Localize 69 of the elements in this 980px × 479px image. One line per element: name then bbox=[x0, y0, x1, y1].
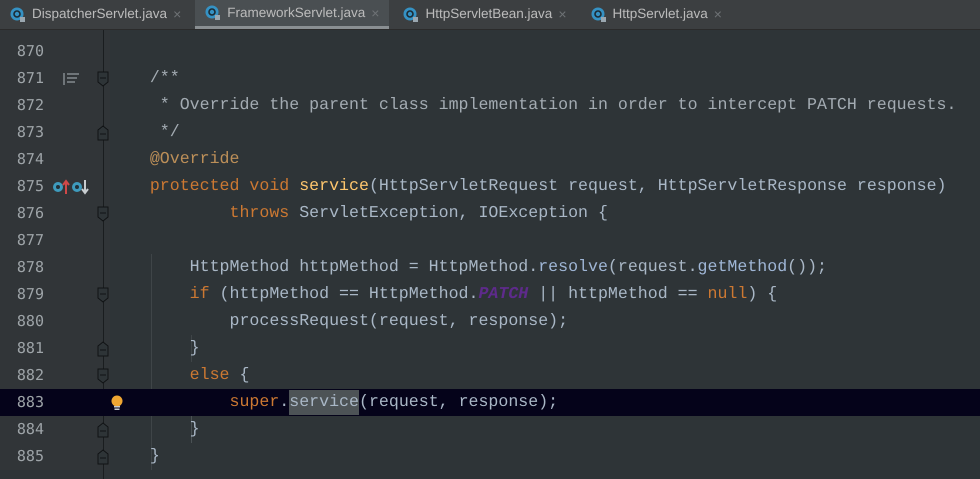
editor-tab[interactable]: HttpServlet.java × bbox=[580, 0, 732, 29]
code-token: */ bbox=[160, 121, 180, 144]
code-token: . bbox=[279, 391, 290, 414]
fold-marker-icon[interactable] bbox=[97, 70, 109, 86]
java-class-icon bbox=[590, 6, 606, 22]
code-token: { bbox=[239, 364, 250, 386]
line-number: 884 bbox=[16, 419, 44, 440]
code-token: getMethod bbox=[698, 256, 788, 278]
tab-label: HttpServletBean.java bbox=[425, 5, 552, 24]
line-number: 871 bbox=[16, 68, 44, 90]
code-token: } bbox=[190, 337, 200, 360]
tab-label: DispatcherServlet.java bbox=[32, 5, 168, 24]
line-number: 877 bbox=[16, 230, 44, 252]
line-number: 870 bbox=[16, 41, 44, 62]
line-number: 872 bbox=[16, 95, 44, 116]
lightbulb-icon[interactable] bbox=[111, 394, 123, 410]
fold-marker-icon[interactable] bbox=[97, 368, 109, 384]
editor-tab[interactable]: DispatcherServlet.java × bbox=[0, 0, 192, 29]
code-token: HttpMethod httpMethod = HttpMethod. bbox=[190, 256, 538, 278]
close-icon[interactable]: × bbox=[714, 4, 722, 25]
line-number: 879 bbox=[16, 284, 44, 306]
code-token: resolve bbox=[538, 256, 608, 278]
override-down-icon[interactable] bbox=[70, 178, 90, 196]
code-token: (request. bbox=[608, 256, 698, 278]
line-number: 881 bbox=[16, 338, 44, 360]
line-number: 875 bbox=[16, 176, 44, 198]
java-class-icon bbox=[403, 6, 420, 22]
fold-marker-icon[interactable] bbox=[97, 286, 109, 302]
code-token: throws bbox=[230, 202, 290, 224]
line-number: 873 bbox=[16, 122, 44, 144]
code-token: processRequest(request, response); bbox=[230, 310, 568, 332]
code-token: @Override bbox=[150, 148, 240, 170]
editor-tab[interactable]: FrameworkServlet.java × bbox=[195, 0, 390, 29]
override-up-icon[interactable] bbox=[52, 178, 70, 196]
tab-label: HttpServlet.java bbox=[612, 5, 708, 24]
line-number: 883 bbox=[16, 392, 44, 414]
java-class-icon bbox=[205, 5, 222, 21]
code-token: else bbox=[190, 364, 231, 386]
line-number: 878 bbox=[16, 257, 44, 278]
line-number: 882 bbox=[16, 365, 44, 386]
java-class-icon bbox=[10, 6, 26, 22]
code-token: protected void bbox=[150, 175, 290, 198]
code-token: PATCH bbox=[478, 283, 528, 306]
line-number: 880 bbox=[16, 311, 44, 332]
line-number: 874 bbox=[16, 149, 44, 170]
code-token: } bbox=[190, 418, 200, 440]
close-icon[interactable]: × bbox=[173, 4, 182, 25]
line-number: 885 bbox=[16, 446, 44, 468]
code-token: (request, response); bbox=[358, 391, 558, 414]
code-token: if bbox=[190, 283, 211, 306]
code-token: service bbox=[299, 175, 369, 198]
code-token: service bbox=[289, 390, 359, 415]
code-token: /** bbox=[150, 67, 180, 90]
code-token: } bbox=[150, 445, 160, 468]
tab-label: FrameworkServlet.java bbox=[227, 4, 366, 22]
code-token: ) { bbox=[747, 283, 778, 306]
code-token: (httpMethod == HttpMethod. bbox=[220, 283, 478, 306]
line-number: 876 bbox=[16, 203, 44, 224]
code-token: super bbox=[230, 391, 280, 414]
list-icon[interactable] bbox=[62, 72, 80, 86]
code-token: ServletException, IOException { bbox=[299, 202, 608, 224]
code-token: ()); bbox=[787, 256, 828, 278]
close-icon[interactable]: × bbox=[558, 4, 566, 25]
code-token: (HttpServletRequest request, HttpServletResponse response) bbox=[368, 175, 946, 198]
code-token: * Override the parent class implementation in order to intercept PATCH requests. bbox=[160, 94, 956, 116]
editor-tab[interactable]: HttpServletBean.java × bbox=[393, 0, 576, 29]
code-token: || httpMethod == bbox=[538, 283, 699, 306]
fold-marker-icon[interactable] bbox=[97, 206, 109, 222]
code-token: null bbox=[708, 283, 748, 306]
